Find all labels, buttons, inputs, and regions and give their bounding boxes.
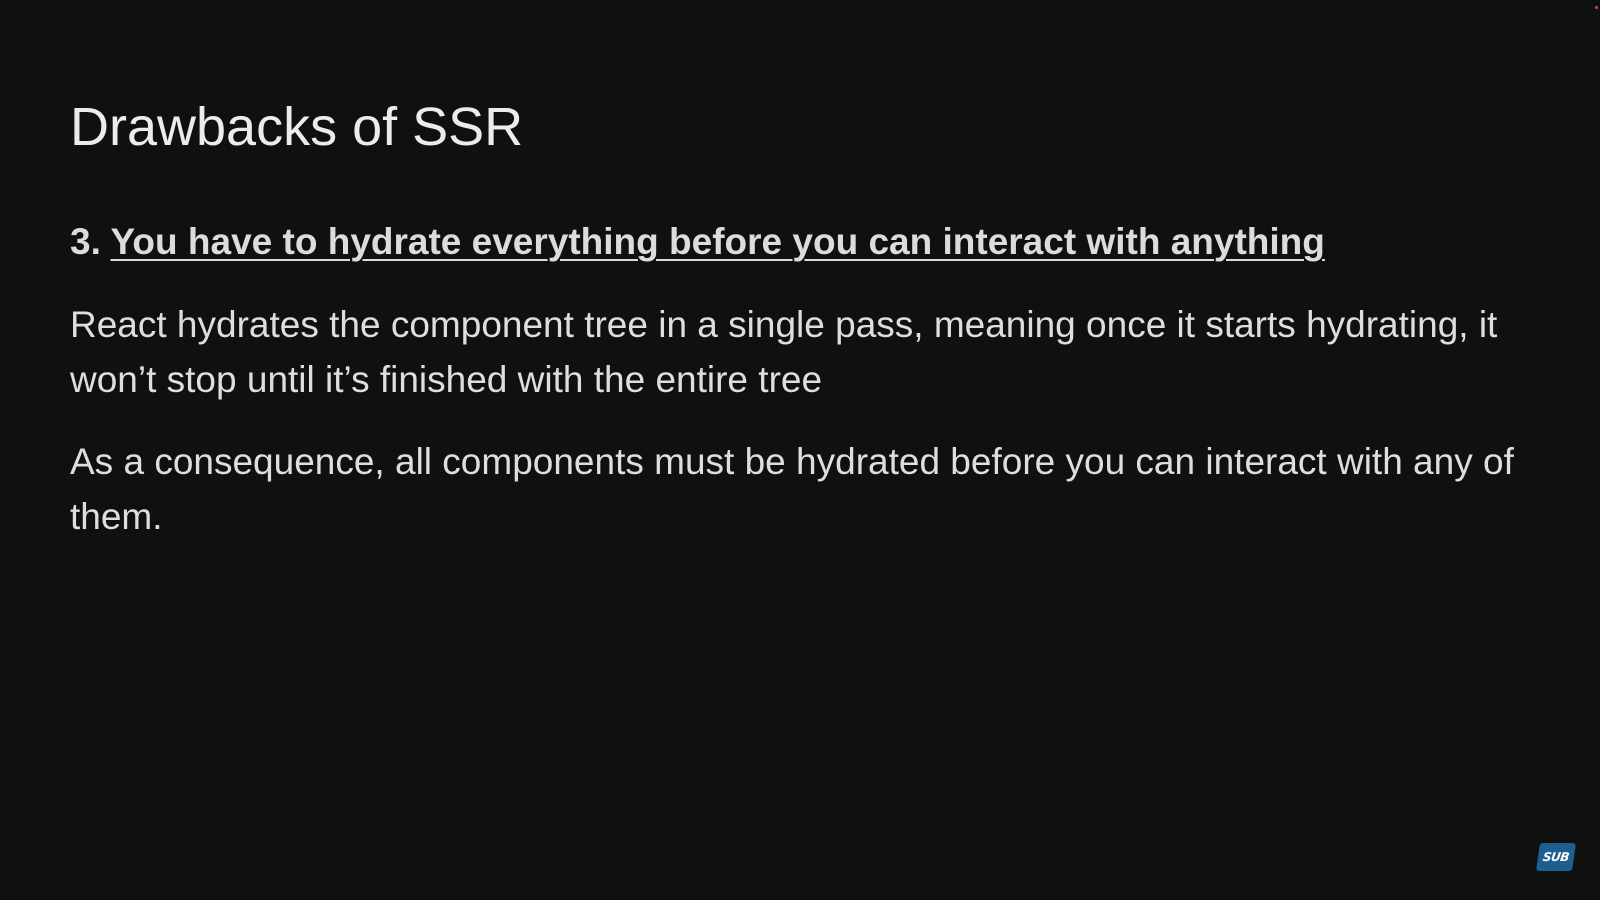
corner-indicator-dot <box>1595 6 1598 9</box>
paragraph-1: React hydrates the component tree in a s… <box>70 304 1498 400</box>
slide: Drawbacks of SSR 3. You have to hydrate … <box>0 0 1600 900</box>
subscribe-badge-label: SUB <box>1541 850 1570 864</box>
paragraph-2: As a consequence, all components must be… <box>70 441 1514 537</box>
point-heading: You have to hydrate everything before yo… <box>110 221 1325 262</box>
slide-title: Drawbacks of SSR <box>70 97 524 157</box>
subscribe-badge-icon[interactable]: SUB <box>1536 843 1576 871</box>
numbered-point: 3. You have to hydrate everything before… <box>70 220 1325 264</box>
point-number: 3. <box>70 221 101 262</box>
